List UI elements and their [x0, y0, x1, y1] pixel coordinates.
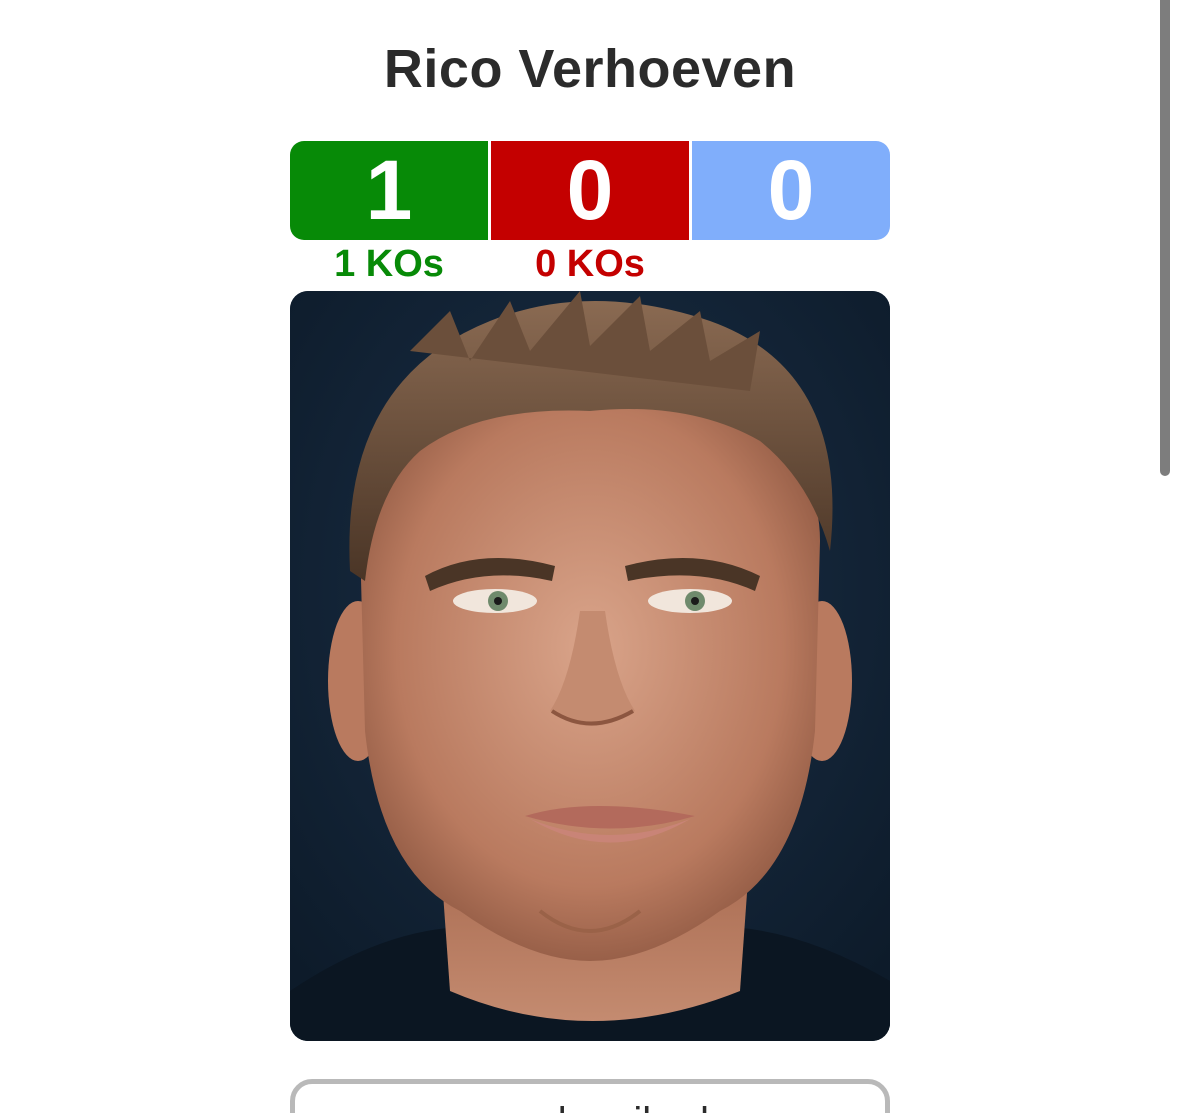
fighter-portrait-image [290, 291, 890, 1041]
subscribe-button[interactable]: unsubscribed [290, 1079, 890, 1113]
draws-count: 0 [692, 141, 890, 240]
subscribe-label: unsubscribed [295, 1100, 885, 1113]
fighter-photo [290, 291, 890, 1041]
losses-ko-label: 0 KOs [535, 243, 645, 285]
fighter-name: Rico Verhoeven [383, 39, 797, 99]
scrollbar-thumb[interactable] [1160, 0, 1170, 476]
fighter-page: Rico Verhoeven 1 0 0 1 KOs 0 KOs [0, 0, 1179, 1113]
ko-row: 1 KOs 0 KOs [290, 241, 890, 287]
wins-ko-label: 1 KOs [334, 243, 444, 285]
wins-count: 1 [290, 141, 488, 240]
record-bar: 1 0 0 [290, 141, 890, 240]
losses-count: 0 [491, 141, 689, 240]
